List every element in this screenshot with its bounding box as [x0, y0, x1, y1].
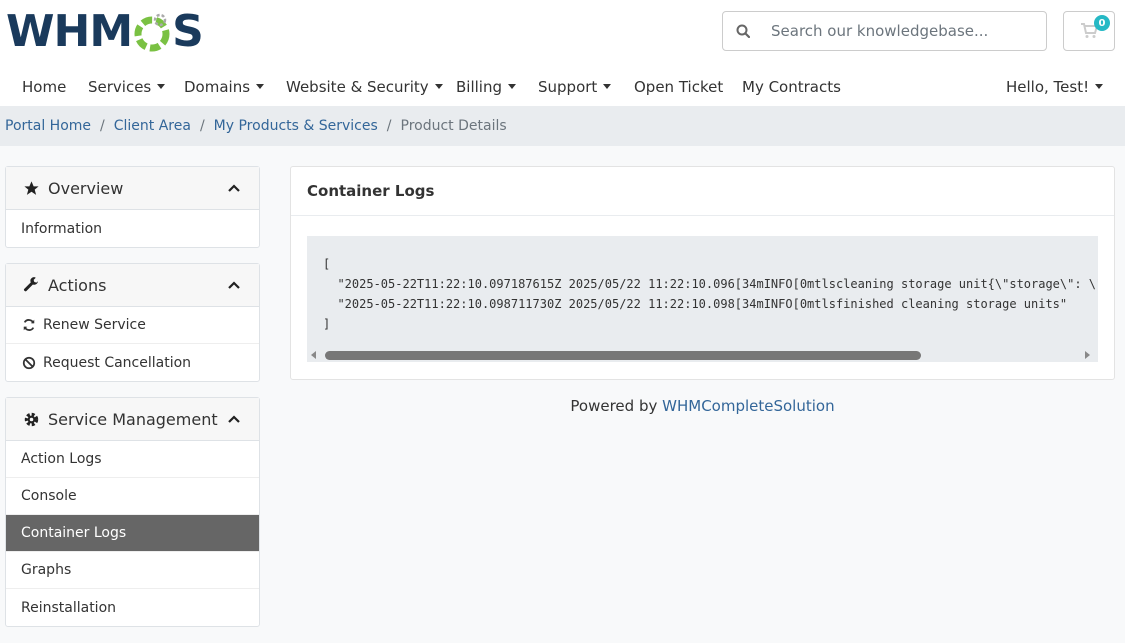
caret-down-icon — [157, 84, 166, 89]
nav-label: My Contracts — [742, 78, 841, 96]
caret-down-icon — [434, 84, 443, 89]
chevron-up-icon[interactable] — [227, 181, 241, 195]
logo-text-right: S — [172, 6, 204, 57]
log-text: [ "2025-05-22T11:22:10.097187615Z 2025/0… — [323, 254, 1098, 334]
nav-label: Open Ticket — [634, 78, 724, 96]
sidebar-item-action-logs[interactable]: Action Logs — [6, 441, 259, 478]
sidebar-item-label: Request Cancellation — [43, 354, 192, 371]
breadcrumb-separator: / — [386, 118, 392, 134]
breadcrumb-current: Product Details — [400, 118, 507, 134]
log-line: "2025-05-22T11:22:10.098711730Z 2025/05/… — [323, 297, 1068, 311]
log-line: ] — [323, 317, 331, 331]
refresh-icon — [21, 317, 37, 333]
sidebar-item-label: Action Logs — [21, 451, 102, 467]
actions-panel: Actions Renew Service Request Cancellati… — [5, 263, 260, 382]
log-line: "2025-05-22T11:22:10.097187615Z 2025/05/… — [323, 277, 1098, 291]
knowledgebase-search — [722, 11, 1047, 51]
overview-panel: Overview Information — [5, 166, 260, 248]
breadcrumb-client-area[interactable]: Client Area — [114, 118, 191, 134]
actions-panel-header[interactable]: Actions — [6, 264, 259, 307]
sidebar-item-information[interactable]: Information — [6, 210, 259, 247]
container-logs-card: Container Logs [ "2025-05-22T11:22:10.09… — [290, 166, 1115, 380]
sidebar-item-label: Console — [21, 488, 77, 504]
footer: Powered by WHMCompleteSolution — [290, 397, 1115, 415]
whmcs-logo[interactable]: WHM S — [6, 6, 204, 57]
nav-open-ticket[interactable]: Open Ticket — [634, 68, 723, 106]
sidebar-item-renew-service[interactable]: Renew Service — [6, 307, 259, 344]
nav-label: Support — [538, 78, 598, 96]
nav-user-menu[interactable]: Hello, Test! — [1006, 68, 1104, 106]
breadcrumb-products-services[interactable]: My Products & Services — [214, 118, 378, 134]
nav-my-contracts[interactable]: My Contracts — [742, 68, 841, 106]
sidebar-item-label: Information — [21, 220, 103, 237]
nav-home[interactable]: Home — [22, 68, 66, 106]
breadcrumb-portal-home[interactable]: Portal Home — [5, 118, 91, 134]
caret-down-icon — [1095, 84, 1104, 89]
cart-count-badge: 0 — [1094, 15, 1110, 31]
horizontal-scrollbar[interactable] — [307, 348, 1098, 362]
service-management-panel-title: Service Management — [48, 409, 218, 429]
sidebar-item-graphs[interactable]: Graphs — [6, 552, 259, 589]
user-greeting: Hello, Test! — [1006, 78, 1090, 96]
log-output[interactable]: [ "2025-05-22T11:22:10.097187615Z 2025/0… — [307, 236, 1098, 348]
footer-link[interactable]: WHMCompleteSolution — [662, 397, 834, 415]
chevron-up-icon[interactable] — [227, 278, 241, 292]
star-icon — [22, 179, 40, 197]
main-nav: Home Services Domains Website & Security… — [0, 68, 1125, 106]
cart-button[interactable]: 0 — [1063, 11, 1115, 51]
sidebar-item-label: Container Logs — [21, 525, 127, 541]
caret-down-icon — [603, 84, 612, 89]
nav-services[interactable]: Services — [88, 68, 166, 106]
actions-panel-title: Actions — [48, 275, 107, 295]
sidebar-item-container-logs[interactable]: Container Logs — [6, 515, 259, 552]
sidebar-item-request-cancellation[interactable]: Request Cancellation — [6, 344, 259, 381]
overview-panel-title: Overview — [48, 178, 124, 198]
sidebar-item-label: Renew Service — [43, 317, 146, 333]
service-management-panel: Service Management Action Logs Console C… — [5, 397, 260, 627]
scrollbar-thumb[interactable] — [325, 351, 921, 360]
log-line: [ — [323, 257, 331, 271]
logo-gear-icon — [134, 13, 170, 52]
nav-billing[interactable]: Billing — [456, 68, 516, 106]
sidebar-item-label: Reinstallation — [21, 599, 117, 616]
ban-icon — [21, 355, 37, 371]
nav-website-security[interactable]: Website & Security — [286, 68, 443, 106]
breadcrumb-separator: / — [100, 118, 105, 134]
sidebar-item-label: Graphs — [21, 562, 72, 578]
wrench-icon — [22, 276, 40, 294]
site-header: WHM S 0 Home Services Domains Website & … — [0, 0, 1125, 106]
logo-text-left: WHM — [6, 6, 133, 57]
nav-domains[interactable]: Domains — [184, 68, 265, 106]
breadcrumb: Portal Home / Client Area / My Products … — [0, 106, 1125, 146]
breadcrumb-separator: / — [199, 118, 205, 134]
search-icon — [723, 12, 763, 50]
scroll-left-arrow-icon[interactable] — [311, 351, 316, 359]
caret-down-icon — [256, 84, 265, 89]
nav-support[interactable]: Support — [538, 68, 612, 106]
nav-label: Website & Security — [286, 78, 429, 96]
caret-down-icon — [508, 84, 516, 89]
chevron-up-icon[interactable] — [227, 412, 241, 426]
nav-label: Services — [88, 78, 152, 96]
scroll-right-arrow-icon[interactable] — [1085, 351, 1090, 359]
card-title: Container Logs — [291, 167, 1114, 216]
service-management-panel-header[interactable]: Service Management — [6, 398, 259, 441]
sidebar-item-console[interactable]: Console — [6, 478, 259, 515]
nav-label: Domains — [184, 78, 251, 96]
gear-icon — [22, 410, 40, 428]
footer-prefix: Powered by — [570, 397, 658, 415]
search-input[interactable] — [763, 13, 1033, 49]
nav-label: Home — [22, 78, 67, 96]
sidebar-item-reinstallation[interactable]: Reinstallation — [6, 589, 259, 626]
overview-panel-header[interactable]: Overview — [6, 167, 259, 210]
nav-label: Billing — [456, 78, 502, 96]
